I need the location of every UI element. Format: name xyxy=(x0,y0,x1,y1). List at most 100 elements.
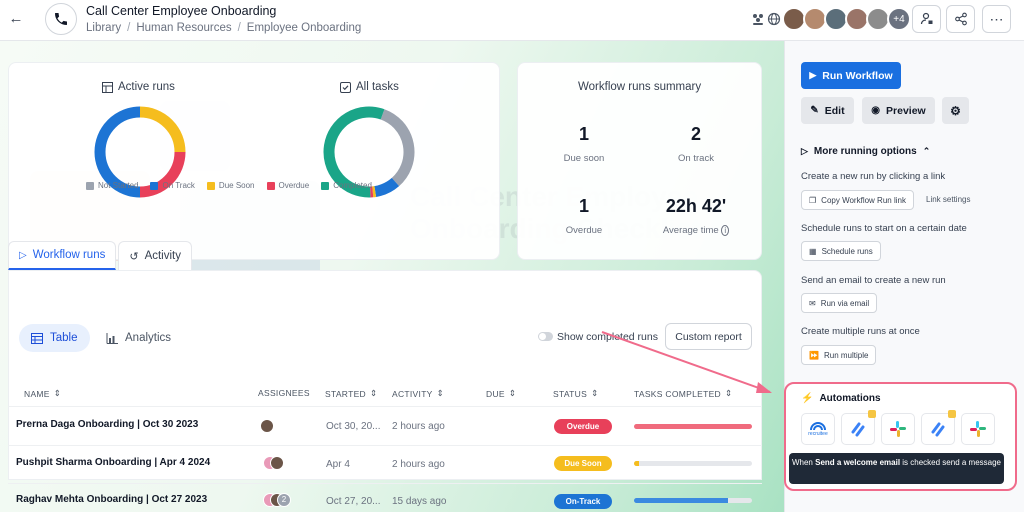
legend-swatch xyxy=(150,181,159,190)
link-settings-link[interactable]: Link settings xyxy=(926,195,970,204)
breadcrumb-library[interactable]: Library xyxy=(86,22,121,34)
last-activity: 2 hours ago xyxy=(392,421,445,432)
share-icon xyxy=(954,12,967,26)
assign-user-button[interactable] xyxy=(912,5,941,33)
run-name[interactable]: Pushpit Sharma Onboarding | Apr 4 2024 xyxy=(16,457,210,468)
eye-icon: ◉ xyxy=(871,105,881,116)
legend-label: Due Soon xyxy=(218,181,255,190)
play-outline-icon: ▷ xyxy=(801,146,808,156)
tasks-progress-bar xyxy=(634,461,752,466)
settings-gear-icon[interactable]: ⚙ xyxy=(942,97,969,124)
show-completed-toggle[interactable] xyxy=(538,332,553,341)
view-analytics-button[interactable]: Analytics xyxy=(94,324,183,352)
stat-due-soon: 1 Due soon xyxy=(524,124,644,164)
chart-legend: Not Started On Track Due Soon Overdue Co… xyxy=(86,181,372,190)
preview-button[interactable]: ◉ Preview xyxy=(862,97,935,124)
tasks-progress-bar xyxy=(634,498,752,503)
tooltip-text: is checked send a message xyxy=(900,458,1001,467)
charts-card xyxy=(8,62,500,260)
column-header-started[interactable]: STARTED ⇕ xyxy=(325,388,377,399)
chart-icon xyxy=(106,332,118,344)
sort-icon: ⇕ xyxy=(591,388,599,398)
fast-forward-icon: ⏩ xyxy=(809,350,819,360)
legend-label: Completed xyxy=(333,181,372,190)
share-button[interactable] xyxy=(946,5,975,33)
legend-swatch xyxy=(321,181,330,190)
header-label: NAME xyxy=(24,388,50,399)
button-label: Run Workflow xyxy=(822,69,893,82)
more-avatars-count[interactable]: +4 xyxy=(887,7,911,31)
started-date: Oct 27, 20... xyxy=(326,496,381,507)
view-label: Analytics xyxy=(125,332,172,344)
status-badge: On-Track xyxy=(554,494,612,509)
recruitee-logo xyxy=(810,422,826,431)
extra-assignees-count[interactable]: 2 xyxy=(277,493,291,507)
status-badge: Due Soon xyxy=(554,456,612,471)
stat-label: Due soon xyxy=(563,153,605,164)
edit-button[interactable]: ✎ Edit xyxy=(801,97,854,124)
automation-tooltip: When Send a welcome email is checked sen… xyxy=(789,453,1004,484)
more-menu-button[interactable]: ⋯ xyxy=(982,5,1011,33)
started-date: Apr 4 xyxy=(326,459,350,470)
tab-activity[interactable]: ↺ Activity xyxy=(118,241,192,270)
globe-icon[interactable] xyxy=(767,12,781,26)
multiple-description: Create multiple runs at once xyxy=(801,326,920,337)
button-label: Copy Workflow Run link xyxy=(821,195,906,205)
run-link-description: Create a new run by clicking a link xyxy=(801,171,946,182)
status-badge: Overdue xyxy=(554,419,612,434)
legend-swatch xyxy=(206,181,215,190)
back-arrow-icon[interactable]: ← xyxy=(8,11,24,27)
all-tasks-label: All tasks xyxy=(356,81,399,93)
donut-slice-on-track xyxy=(94,106,141,198)
column-header-activity[interactable]: ACTIVITY ⇕ xyxy=(392,388,444,399)
legend-swatch xyxy=(86,181,94,190)
tab-label: Activity xyxy=(144,250,181,262)
schedule-description: Schedule runs to start on a certain date xyxy=(801,223,967,234)
sort-icon: ⇕ xyxy=(53,388,62,398)
run-name[interactable]: Raghav Mehta Onboarding | Oct 27 2023 xyxy=(16,494,207,505)
stat-value: 1 xyxy=(578,124,589,144)
stat-label: Overdue xyxy=(565,225,603,236)
page-title: Call Center Employee Onboarding xyxy=(86,4,277,18)
tab-workflow-runs[interactable]: ▷ Workflow runs xyxy=(8,241,117,270)
member-avatars[interactable]: +4 xyxy=(782,7,911,31)
run-workflow-button[interactable]: ▶ Run Workflow xyxy=(801,62,901,89)
stat-overdue: 1 Overdue xyxy=(524,196,644,236)
slack-automation-icon[interactable] xyxy=(881,413,915,445)
run-multiple-button[interactable]: ⏩ Run multiple xyxy=(801,345,877,365)
active-runs-label: Active runs xyxy=(118,81,175,93)
donut-slice-on-track xyxy=(374,177,400,197)
section-label: Automations xyxy=(819,393,881,404)
copy-workflow-run-link-button[interactable]: ❐ Copy Workflow Run link xyxy=(801,190,914,210)
run-name[interactable]: Prerna Daga Onboarding | Oct 30 2023 xyxy=(16,419,198,430)
top-header: ← Call Center Employee Onboarding Librar… xyxy=(0,0,1024,41)
donut-slice-due-soon xyxy=(139,106,186,153)
users-group-icon[interactable] xyxy=(751,12,765,26)
checkbox-icon xyxy=(340,81,351,93)
slack-automation-icon[interactable] xyxy=(961,413,995,445)
assignee-avatar xyxy=(270,456,284,470)
schedule-runs-button[interactable]: ▦ Schedule runs xyxy=(801,241,881,261)
section-label: More running options xyxy=(813,146,917,157)
started-date: Oct 30, 20... xyxy=(326,421,381,432)
user-lock-icon xyxy=(920,12,932,25)
view-table-button[interactable]: Table xyxy=(19,324,90,352)
breadcrumb: Library / Human Resources / Employee Onboard… xyxy=(86,22,362,34)
stat-label: On track xyxy=(678,153,714,164)
breadcrumb-employee-onboarding[interactable]: Employee Onboarding xyxy=(247,22,361,34)
column-header-name[interactable]: NAME ⇕ xyxy=(24,388,61,399)
more-running-options-toggle[interactable]: ▷ More running options ⌃ xyxy=(801,146,930,157)
stat-label: Average time i xyxy=(636,225,756,236)
tab-label: Workflow runs xyxy=(32,249,106,261)
column-header-due[interactable]: DUE ⇕ xyxy=(486,388,516,399)
run-via-email-button[interactable]: ✉ Run via email xyxy=(801,293,878,313)
tooltip-bold-text: Send a welcome email xyxy=(815,458,901,467)
recruitee-automation-icon[interactable]: recruitee xyxy=(801,413,835,445)
column-header-status[interactable]: STATUS ⇕ xyxy=(553,388,599,399)
stat-on-track: 2 On track xyxy=(636,124,756,164)
tooltip-text: When xyxy=(791,458,816,467)
header-label: DUE xyxy=(486,388,505,399)
all-tasks-title: All tasks xyxy=(340,81,399,93)
breadcrumb-human-resources[interactable]: Human Resources xyxy=(136,22,231,34)
info-icon[interactable]: i xyxy=(721,225,730,236)
